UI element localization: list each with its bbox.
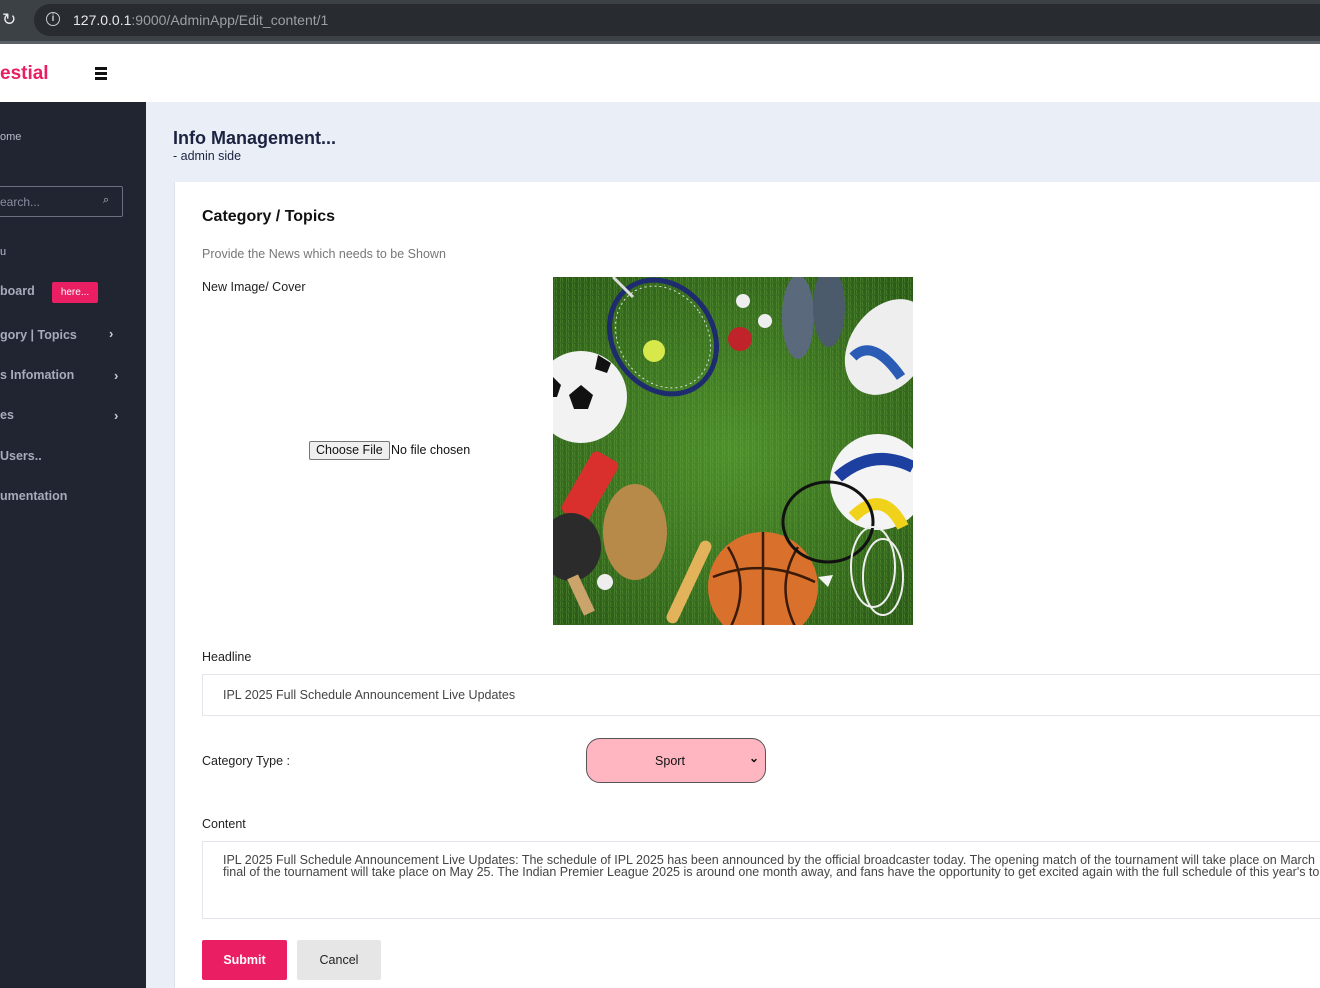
sidebar-item-documentation[interactable]: umentation <box>0 489 67 503</box>
form-description: Provide the News which needs to be Shown <box>202 247 446 261</box>
browser-toolbar: ↻ i 127.0.0.1:9000/AdminApp/Edit_content… <box>0 0 1320 44</box>
main-content: Info Management... - admin side Category… <box>146 102 1320 988</box>
form-title: Category / Topics <box>202 208 336 225</box>
chevron-right-icon[interactable]: › <box>114 408 118 423</box>
headline-label: Headline <box>202 650 252 664</box>
sidebar-item-pages[interactable]: es <box>0 408 14 422</box>
choose-file-button[interactable]: Choose File <box>309 441 390 460</box>
page-title: Info Management... <box>173 128 337 148</box>
sidebar-item-dashboard[interactable]: board <box>0 284 35 298</box>
form-card: Category / Topics Provide the News which… <box>174 182 1320 988</box>
headline-input[interactable]: IPL 2025 Full Schedule Announcement Live… <box>202 674 1320 716</box>
category-select[interactable]: Sport ⌄ <box>586 738 766 783</box>
url-host: 127.0.0.1 <box>73 12 132 28</box>
sidebar-item-news-information[interactable]: s Infomation <box>0 368 74 382</box>
chevron-right-icon[interactable]: › <box>114 368 118 383</box>
page-subtitle: - admin side <box>173 149 242 163</box>
category-selected-value: Sport <box>655 754 685 768</box>
reload-icon[interactable]: ↻ <box>2 10 16 30</box>
chevron-right-icon[interactable]: › <box>109 326 113 341</box>
brand-logo[interactable]: estial <box>0 63 49 85</box>
site-info-icon[interactable]: i <box>46 12 60 26</box>
sidebar-section-home: ome <box>0 131 22 143</box>
chevron-down-icon: ⌄ <box>748 751 759 765</box>
image-label: New Image/ Cover <box>202 280 306 294</box>
url-path: :9000/AdminApp/Edit_content/1 <box>131 12 329 28</box>
sidebar-item-users[interactable]: Users.. <box>0 449 42 463</box>
url-text[interactable]: 127.0.0.1:9000/AdminApp/Edit_content/1 <box>73 12 328 28</box>
content-label: Content <box>202 817 246 831</box>
file-status-text: No file chosen <box>391 443 471 457</box>
search-icon[interactable]: ⌕ <box>103 194 109 207</box>
hamburger-menu-icon[interactable] <box>95 67 107 82</box>
sidebar-item-category-topics[interactable]: gory | Topics <box>0 328 77 342</box>
sidebar-search-placeholder: earch... <box>0 195 41 209</box>
cover-image <box>553 277 913 625</box>
content-textarea[interactable]: IPL 2025 Full Schedule Announcement Live… <box>202 841 1320 919</box>
sidebar: ome earch... ⌕ u board here... gory | To… <box>0 102 146 988</box>
status-badge: here... <box>52 282 98 303</box>
cancel-button[interactable]: Cancel <box>297 940 381 980</box>
app-header: estial <box>0 47 1320 102</box>
sidebar-section-menu: u <box>0 246 7 258</box>
submit-button[interactable]: Submit <box>202 940 287 980</box>
category-type-label: Category Type : <box>202 754 291 768</box>
